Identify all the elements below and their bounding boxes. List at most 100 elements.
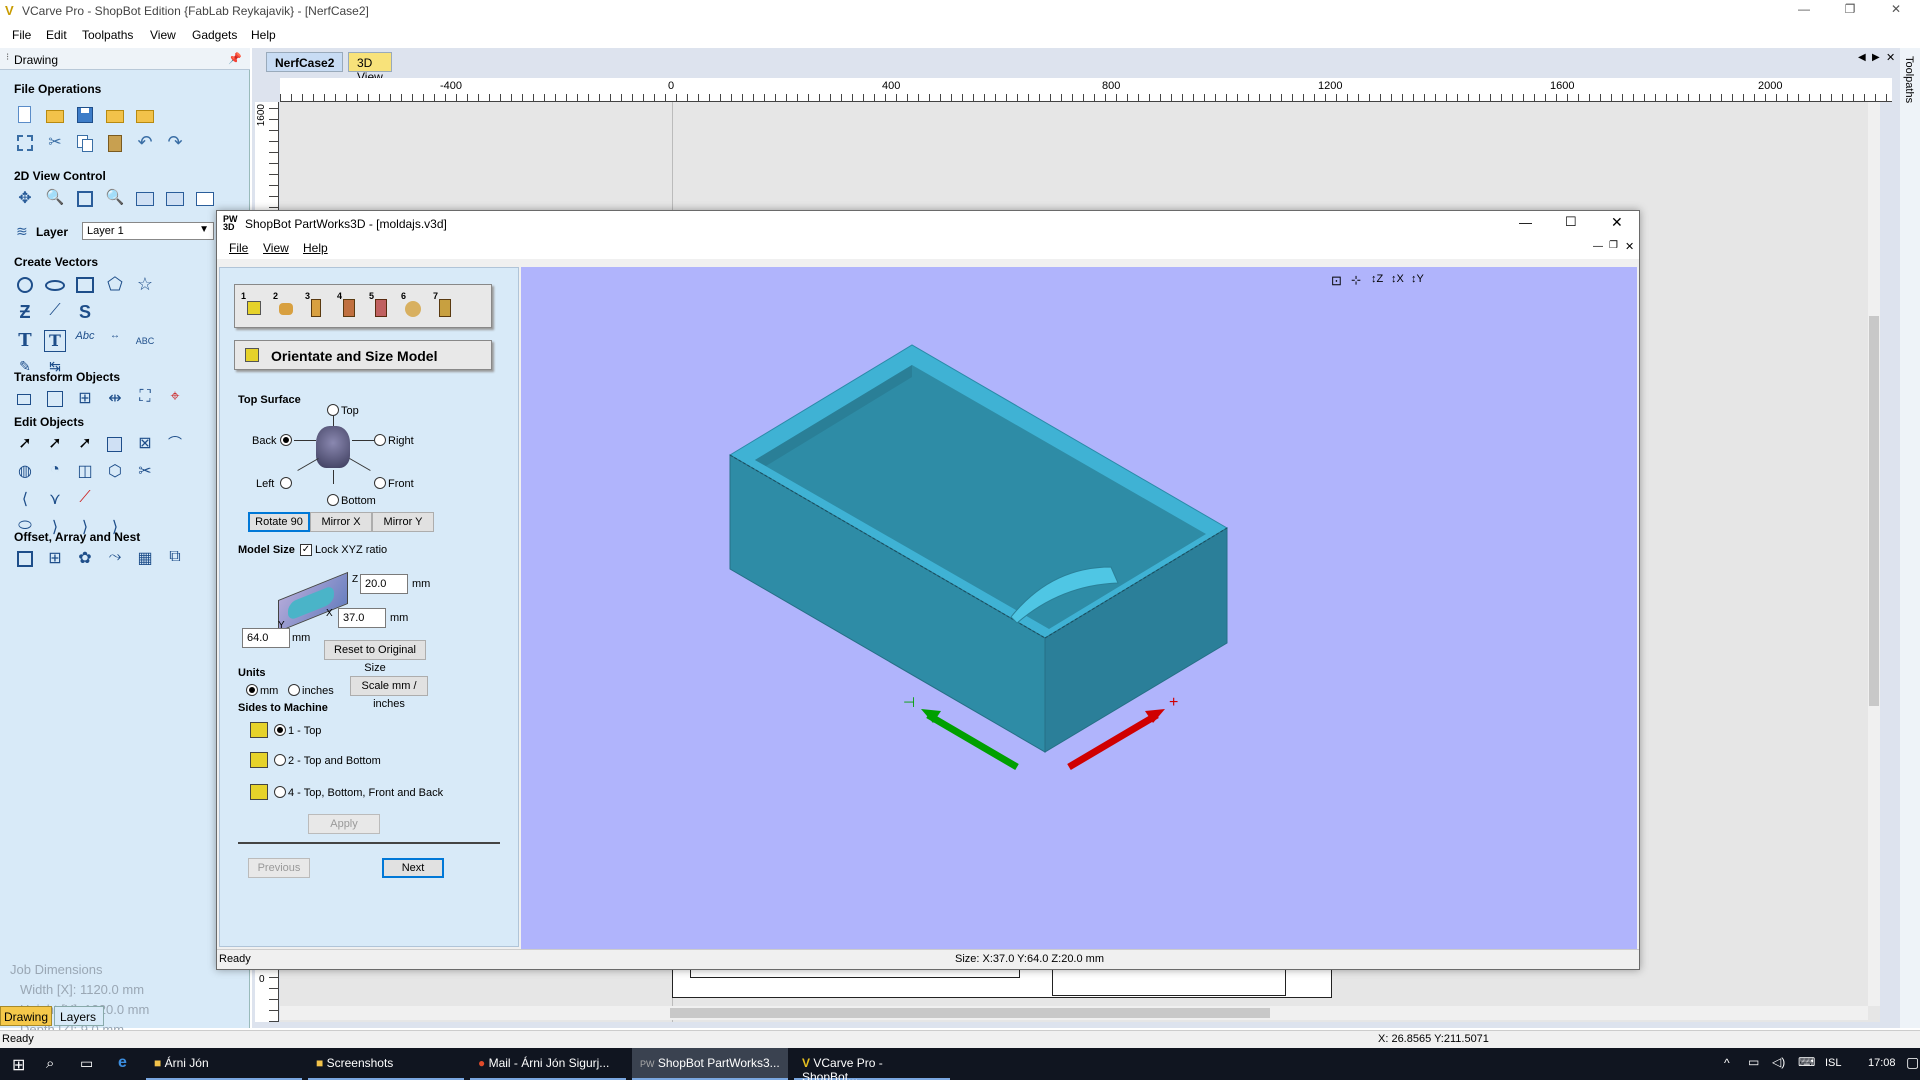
subtract-icon[interactable]: ◔ bbox=[44, 461, 66, 483]
horizontal-scrollbar-thumb[interactable] bbox=[670, 1008, 1270, 1018]
keyboard-icon[interactable]: ⌨ bbox=[1798, 1055, 1815, 1069]
taskbar-item-screenshots[interactable]: ■ Screenshots bbox=[308, 1048, 464, 1080]
units-inches-radio[interactable] bbox=[288, 684, 300, 696]
curve-icon[interactable]: S bbox=[74, 302, 96, 324]
cut-icon[interactable]: ✂ bbox=[44, 132, 66, 154]
tab-scroll-right-icon[interactable]: ▶ bbox=[1872, 52, 1880, 63]
pw-minimize-button[interactable]: — bbox=[1519, 215, 1532, 230]
horizontal-scrollbar[interactable] bbox=[280, 1006, 1868, 1020]
save-icon[interactable] bbox=[74, 104, 96, 126]
fit-nest-icon[interactable]: ⧉ bbox=[164, 548, 186, 570]
taskbar-item-partworks[interactable]: PW ShopBot PartWorks3... bbox=[632, 1048, 788, 1080]
copy-icon[interactable] bbox=[74, 132, 96, 154]
text-on-curve-icon[interactable]: Abc bbox=[74, 330, 96, 352]
taskbar-item-vcarve[interactable]: V VCarve Pro - ShopBot... bbox=[794, 1048, 950, 1080]
step-4-icon[interactable]: 4 bbox=[337, 291, 363, 321]
top-surface-bottom-radio[interactable] bbox=[327, 494, 339, 506]
polyline-icon[interactable]: Ƶ bbox=[14, 302, 36, 324]
circular-array-icon[interactable]: ✿ bbox=[74, 548, 96, 570]
vector-rectangle[interactable] bbox=[1052, 968, 1286, 996]
minimize-button[interactable]: — bbox=[1792, 2, 1816, 18]
3d-scene[interactable]: ⊣ + bbox=[521, 267, 1637, 949]
layer-select[interactable]: Layer 1 ▼ bbox=[82, 222, 214, 240]
polygon-icon[interactable]: ⬠ bbox=[104, 274, 126, 296]
move-icon[interactable] bbox=[14, 388, 36, 410]
lock-xyz-checkbox[interactable]: ✓ bbox=[300, 544, 312, 556]
language-indicator[interactable]: ISL bbox=[1825, 1057, 1842, 1069]
import-icon[interactable] bbox=[104, 104, 126, 126]
vertical-scrollbar-thumb[interactable] bbox=[1869, 316, 1879, 706]
top-surface-front-radio[interactable] bbox=[374, 477, 386, 489]
pw-mdi-close-icon[interactable]: ✕ bbox=[1625, 240, 1634, 253]
view-z-icon[interactable]: ↕Z bbox=[1371, 273, 1383, 285]
zoom-fit-icon[interactable]: ⊡ bbox=[1331, 273, 1342, 289]
mirror-x-button[interactable]: Mirror X bbox=[310, 512, 372, 532]
step-1-icon[interactable]: 1 bbox=[241, 291, 267, 321]
dogbone-icon[interactable]: ⋎ bbox=[44, 489, 66, 511]
size-x-input[interactable]: 37.0 bbox=[338, 608, 386, 628]
units-mm-radio[interactable] bbox=[246, 684, 258, 696]
pw-mdi-minimize-icon[interactable]: — bbox=[1593, 241, 1603, 252]
step-5-icon[interactable]: 5 bbox=[369, 291, 395, 321]
start-icon[interactable]: ⊞ bbox=[12, 1055, 25, 1075]
align-icon[interactable]: ⊞ bbox=[74, 388, 96, 410]
search-icon[interactable]: ⌕ bbox=[46, 1055, 54, 1072]
iso-view-icon[interactable]: ⊹ bbox=[1351, 273, 1361, 287]
select-arrow-icon[interactable]: ➚ bbox=[14, 433, 36, 455]
new-file-icon[interactable] bbox=[14, 104, 36, 126]
previous-button[interactable]: Previous bbox=[248, 858, 310, 878]
ellipse-icon[interactable] bbox=[44, 274, 66, 296]
view-3d-icon[interactable] bbox=[194, 188, 216, 210]
apply-button[interactable]: Apply bbox=[308, 814, 380, 834]
view-tile-icon[interactable] bbox=[134, 188, 156, 210]
tab-drawing[interactable]: Drawing bbox=[0, 1006, 52, 1026]
size-y-input[interactable]: 64.0 bbox=[242, 628, 290, 648]
doc-close-icon[interactable]: ✕ bbox=[1886, 51, 1895, 64]
sides-4-radio[interactable] bbox=[274, 786, 286, 798]
view-split-icon[interactable] bbox=[164, 188, 186, 210]
rotate-90-button[interactable]: Rotate 90 bbox=[248, 512, 310, 532]
step-3-icon[interactable]: 3 bbox=[305, 291, 331, 321]
tab-scroll-left-icon[interactable]: ◀ bbox=[1858, 52, 1866, 63]
pan-icon[interactable]: ✥ bbox=[14, 188, 36, 210]
top-surface-back-radio[interactable] bbox=[280, 434, 292, 446]
star-icon[interactable]: ☆ bbox=[134, 274, 156, 296]
menu-gadgets[interactable]: Gadgets bbox=[192, 28, 237, 42]
size-z-input[interactable]: 20.0 bbox=[360, 574, 408, 594]
toolpaths-tab[interactable]: Toolpaths bbox=[1903, 56, 1915, 103]
pw-menu-help[interactable]: Help bbox=[303, 241, 328, 255]
tab-3d-view[interactable]: 3D View bbox=[348, 52, 392, 84]
group-icon[interactable] bbox=[104, 433, 126, 455]
view-x-icon[interactable]: ↕X bbox=[1391, 273, 1404, 285]
weld-icon[interactable]: ◍ bbox=[14, 461, 36, 483]
pin-icon[interactable]: 📌 bbox=[228, 52, 242, 65]
interactive-select-icon[interactable]: ➚ bbox=[74, 433, 96, 455]
zoom-selection-icon[interactable]: 🔍 bbox=[104, 188, 126, 210]
pw-mdi-restore-icon[interactable]: ❐ bbox=[1609, 240, 1618, 251]
top-surface-left-radio[interactable] bbox=[280, 477, 292, 489]
task-view-icon[interactable]: ▭ bbox=[80, 1055, 93, 1072]
join-icon[interactable]: ⬡ bbox=[104, 461, 126, 483]
dimension-icon[interactable]: ↔ bbox=[104, 330, 126, 352]
select-all-icon[interactable] bbox=[14, 132, 36, 154]
volume-icon[interactable]: ◁) bbox=[1772, 1055, 1785, 1069]
top-surface-top-radio[interactable] bbox=[327, 404, 339, 416]
menu-edit[interactable]: Edit bbox=[46, 28, 67, 42]
network-icon[interactable]: ▭ bbox=[1748, 1055, 1759, 1069]
3d-viewport[interactable]: ⊣ + ⊡ ⊹ ↕Z ↕X ↕Y bbox=[521, 267, 1637, 949]
notifications-icon[interactable]: ▢ bbox=[1906, 1054, 1919, 1071]
sides-2-radio[interactable] bbox=[274, 754, 286, 766]
pw-menu-view[interactable]: View bbox=[263, 241, 289, 255]
step-6-icon[interactable]: 6 bbox=[401, 291, 427, 321]
copy-along-icon[interactable]: ⤳ bbox=[104, 548, 126, 570]
vertical-scrollbar[interactable] bbox=[1868, 102, 1880, 1006]
open-file-icon[interactable] bbox=[44, 104, 66, 126]
scale-icon[interactable] bbox=[44, 388, 66, 410]
undo-icon[interactable]: ↶ bbox=[134, 132, 156, 154]
nest-icon[interactable]: ▦ bbox=[134, 548, 156, 570]
view-y-icon[interactable]: ↕Y bbox=[1411, 273, 1424, 285]
text-arc-icon[interactable]: ABC bbox=[134, 330, 156, 352]
top-surface-right-radio[interactable] bbox=[374, 434, 386, 446]
taskbar-item-files[interactable]: ■ Árni Jón bbox=[146, 1048, 302, 1080]
line-icon[interactable]: ⟋ bbox=[44, 302, 66, 324]
